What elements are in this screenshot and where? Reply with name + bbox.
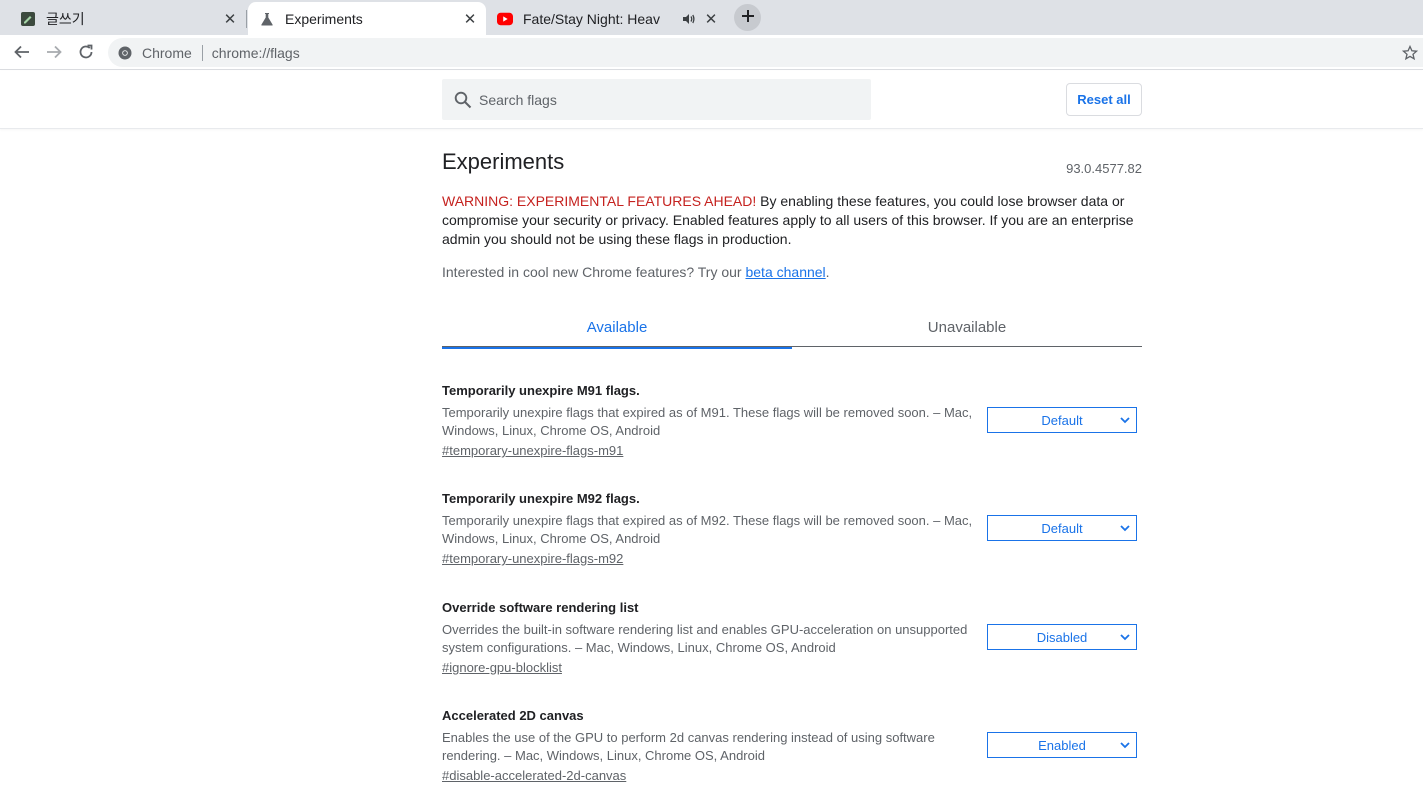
arrow-left-icon	[14, 45, 29, 59]
beta-channel-link[interactable]: beta channel	[745, 264, 825, 280]
site-chip: Chrome	[142, 44, 192, 61]
tab-youtube[interactable]: Fate/Stay Night: Heav ✕	[487, 2, 727, 35]
experiment-select[interactable]: Default	[987, 515, 1137, 541]
experiment-link[interactable]: #temporary-unexpire-flags-m92	[442, 551, 623, 566]
reload-button[interactable]	[74, 40, 98, 64]
search-icon	[453, 90, 473, 110]
chevron-down-icon	[1118, 738, 1132, 752]
experiment-select[interactable]: Enabled	[987, 732, 1137, 758]
chrome-icon	[118, 45, 134, 61]
reload-icon	[79, 44, 93, 59]
tab-title: Fate/Stay Night: Heav	[523, 10, 660, 27]
youtube-icon	[497, 11, 513, 27]
experiment-item: Temporarily unexpire M91 flags. Temporar…	[442, 383, 1142, 460]
experiment-description: Temporarily unexpire flags that expired …	[442, 513, 973, 546]
promo-suffix: .	[825, 264, 830, 280]
experiment-item: Accelerated 2D canvas Enables the use of…	[442, 708, 1142, 785]
toolbar: Chrome chrome://flags	[0, 35, 1423, 70]
select-value: Default	[1041, 412, 1083, 428]
tab-unavailable[interactable]: Unavailable	[792, 307, 1142, 347]
page-title: Experiments	[442, 149, 565, 174]
forward-button[interactable]	[42, 40, 66, 64]
tab-write[interactable]: 글쓰기 ✕	[10, 2, 246, 35]
experiment-title: Temporarily unexpire M92 flags.	[442, 491, 640, 506]
tab-title: Experiments	[285, 10, 363, 27]
chevron-down-icon	[1118, 630, 1132, 644]
experiment-item: Override software rendering list Overrid…	[442, 600, 1142, 677]
url-text[interactable]: chrome://flags	[212, 45, 300, 61]
flags-header: Reset all	[0, 71, 1423, 129]
promo-text: Interested in cool new Chrome features? …	[442, 264, 830, 280]
experiment-title: Accelerated 2D canvas	[442, 708, 584, 723]
search-input[interactable]	[479, 91, 859, 108]
chevron-down-icon	[1118, 413, 1132, 427]
experiment-select[interactable]: Default	[987, 407, 1137, 433]
chip-divider	[201, 44, 203, 61]
search-box[interactable]	[442, 79, 871, 120]
warning-text: WARNING: EXPERIMENTAL FEATURES AHEAD! By…	[442, 192, 1142, 249]
promo-lead: Interested in cool new Chrome features? …	[442, 264, 746, 280]
experiment-select[interactable]: Disabled	[987, 624, 1137, 650]
chevron-down-icon	[1118, 521, 1132, 535]
tab-available[interactable]: Available	[442, 307, 792, 349]
select-value: Enabled	[1038, 737, 1086, 753]
tab-strip: 글쓰기 ✕ Experiments ✕ Fate/Stay Night: Hea…	[0, 0, 1423, 35]
select-value: Disabled	[1036, 629, 1088, 645]
experiment-link[interactable]: #disable-accelerated-2d-canvas	[442, 768, 626, 783]
close-icon[interactable]: ✕	[222, 11, 238, 28]
select-value: Default	[1041, 520, 1083, 536]
experiment-link[interactable]: #ignore-gpu-blocklist	[442, 660, 562, 675]
experiment-item: Temporarily unexpire M92 flags. Temporar…	[442, 491, 1142, 568]
arrow-right-icon	[47, 45, 62, 59]
new-tab-button[interactable]	[734, 4, 761, 31]
close-icon[interactable]: ✕	[703, 11, 719, 28]
version-label: 93.0.4577.82	[1066, 161, 1142, 176]
warning-prefix: WARNING: EXPERIMENTAL FEATURES AHEAD!	[442, 193, 757, 209]
editor-icon	[20, 11, 36, 27]
close-icon[interactable]: ✕	[462, 11, 478, 28]
flag-tabs: Available Unavailable	[442, 307, 1142, 349]
star-icon[interactable]	[1401, 44, 1419, 62]
speaker-icon[interactable]	[681, 11, 697, 27]
experiment-description: Temporarily unexpire flags that expired …	[442, 405, 973, 438]
tab-separator	[246, 10, 247, 28]
address-bar[interactable]: Chrome chrome://flags	[108, 38, 1423, 67]
tab-experiments[interactable]: Experiments ✕	[248, 2, 486, 35]
experiment-title: Override software rendering list	[442, 600, 639, 615]
flask-icon	[259, 11, 275, 27]
tab-title: 글쓰기	[46, 10, 85, 27]
experiment-title: Temporarily unexpire M91 flags.	[442, 383, 640, 398]
plus-icon	[741, 6, 755, 29]
back-button[interactable]	[10, 40, 34, 64]
experiment-description: Overrides the built-in software renderin…	[442, 622, 968, 655]
experiment-description: Enables the use of the GPU to perform 2d…	[442, 730, 935, 763]
experiment-link[interactable]: #temporary-unexpire-flags-m91	[442, 443, 623, 458]
reset-all-button[interactable]: Reset all	[1066, 83, 1142, 116]
